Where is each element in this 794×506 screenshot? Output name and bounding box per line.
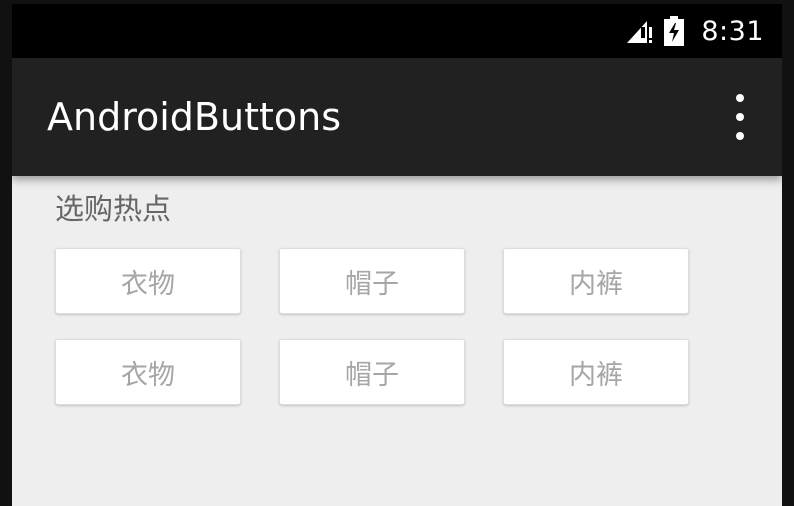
- section-title: 选购热点: [55, 192, 172, 226]
- status-icons: 8:31: [625, 4, 764, 58]
- status-clock: 8:31: [701, 15, 764, 47]
- button-row: 衣物 帽子 内裤: [55, 339, 689, 405]
- device-frame: 8:31 AndroidButtons 选购热点 衣物 帽子 内裤 衣物 帽子 …: [0, 0, 794, 506]
- clothes-button[interactable]: 衣物: [55, 248, 241, 314]
- underwear-button[interactable]: 内裤: [503, 339, 689, 405]
- button-row: 衣物 帽子 内裤: [55, 248, 689, 314]
- screen: 8:31 AndroidButtons 选购热点 衣物 帽子 内裤 衣物 帽子 …: [12, 4, 782, 506]
- signal-icon: [627, 21, 653, 43]
- menu-dot: [736, 132, 744, 140]
- app-bar: AndroidButtons: [12, 58, 782, 176]
- menu-dot: [736, 113, 744, 121]
- menu-dot: [736, 94, 744, 102]
- underwear-button[interactable]: 内裤: [503, 248, 689, 314]
- hat-button[interactable]: 帽子: [279, 248, 465, 314]
- battery-charging-icon: [664, 16, 685, 46]
- hat-button[interactable]: 帽子: [279, 339, 465, 405]
- content-area: 选购热点 衣物 帽子 内裤 衣物 帽子 内裤: [12, 176, 782, 506]
- status-bar: 8:31: [12, 4, 782, 58]
- app-title: AndroidButtons: [47, 95, 341, 139]
- more-vert-icon[interactable]: [728, 94, 752, 140]
- clothes-button[interactable]: 衣物: [55, 339, 241, 405]
